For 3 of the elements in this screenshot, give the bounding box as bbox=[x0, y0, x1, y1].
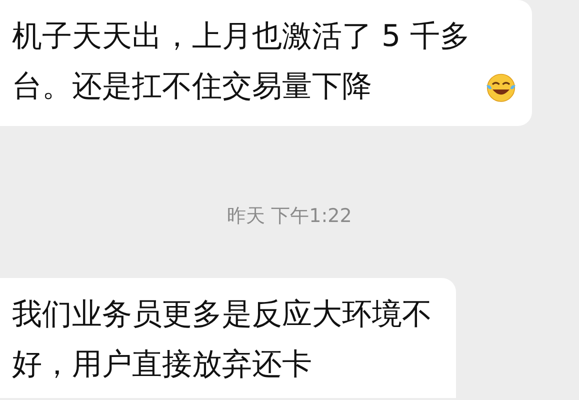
timestamp: 昨天 下午1:22 bbox=[227, 204, 352, 228]
message-text: 我们业务员更多是反应大环境不好，用户直接放弃还卡 bbox=[12, 296, 433, 384]
message-text: 机子天天出，上月也激活了 5 千多台。还是扛不住交易量下降 bbox=[12, 18, 472, 106]
